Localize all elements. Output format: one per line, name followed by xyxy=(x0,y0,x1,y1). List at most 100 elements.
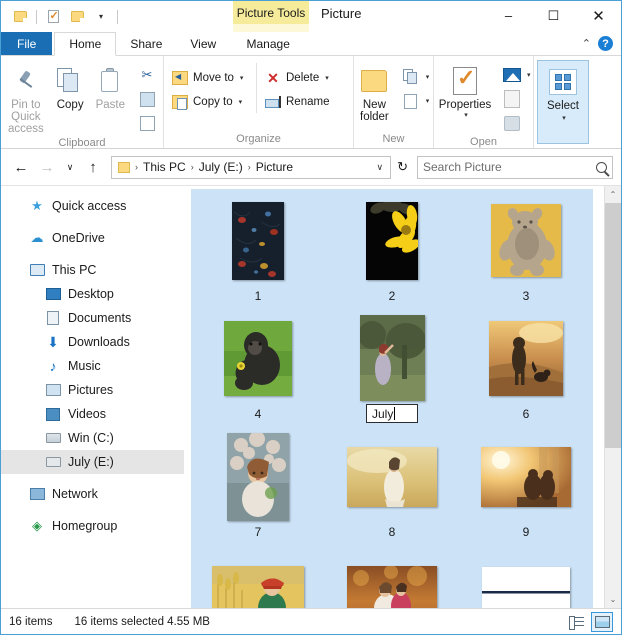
scroll-down-button[interactable]: ⌄ xyxy=(605,591,621,608)
breadcrumb-item-july-e[interactable]: July (E:) xyxy=(197,160,245,174)
copy-path-icon xyxy=(138,90,156,108)
search-box[interactable] xyxy=(417,155,613,179)
ribbon-tab-strip: File Home Share View Manage ⌃ ? xyxy=(1,32,621,56)
scroll-up-button[interactable]: ⌃ xyxy=(605,186,621,203)
thumbnail-wrap xyxy=(459,307,593,406)
copy-path-button[interactable] xyxy=(135,88,159,110)
file-item[interactable]: July xyxy=(325,307,459,425)
homegroup-icon: ◈ xyxy=(32,518,42,533)
sidebar-item-this-pc[interactable]: This PC xyxy=(1,258,184,282)
sidebar-item-music[interactable]: ♪ Music xyxy=(1,354,184,378)
file-item[interactable] xyxy=(191,543,325,608)
cut-button[interactable]: ✂ xyxy=(135,64,159,86)
move-to-button[interactable]: Move to ▾ xyxy=(168,67,252,89)
sidebar-item-label: Quick access xyxy=(52,199,127,213)
pin-to-quick-access-button[interactable]: Pin to Quick access xyxy=(1,60,51,135)
file-thumbnail xyxy=(491,204,561,277)
search-input[interactable] xyxy=(423,160,596,174)
file-item[interactable] xyxy=(325,543,459,608)
easy-access-button[interactable]: ▾ xyxy=(399,90,433,112)
up-button[interactable]: ↑ xyxy=(81,155,105,179)
open-with-button[interactable]: ▾ xyxy=(500,64,534,86)
ribbon-group-clipboard: Pin to Quick access Copy Paste ✂ Clipboa xyxy=(1,56,164,149)
copy-button[interactable]: Copy xyxy=(51,60,90,111)
button-label: Rename xyxy=(286,96,330,108)
paste-shortcut-button[interactable] xyxy=(135,112,159,134)
sidebar-item-desktop[interactable]: Desktop xyxy=(1,282,184,306)
close-button[interactable]: ✕ xyxy=(576,1,621,30)
sidebar-item-network[interactable]: Network xyxy=(1,482,184,506)
chevron-down-icon: ▾ xyxy=(425,98,430,105)
address-dropdown-icon[interactable]: ∨ xyxy=(377,162,387,173)
tab-file[interactable]: File xyxy=(1,32,53,55)
file-item[interactable]: 8 xyxy=(325,425,459,543)
forward-button[interactable]: → xyxy=(35,155,59,179)
file-item[interactable]: 7 xyxy=(191,425,325,543)
breadcrumb-separator: › xyxy=(247,162,251,172)
new-folder-button[interactable]: New folder xyxy=(354,60,395,123)
refresh-button[interactable]: ↻ xyxy=(393,159,412,175)
tab-share[interactable]: Share xyxy=(116,32,176,55)
paste-button[interactable]: Paste xyxy=(90,60,131,111)
sidebar-item-videos[interactable]: Videos xyxy=(1,402,184,426)
title-bar: ▾ Picture Tools Picture – ☐ ✕ xyxy=(1,1,621,54)
recent-locations-button[interactable]: ∨ xyxy=(61,155,79,179)
tab-view[interactable]: View xyxy=(176,32,230,55)
button-label: Properties xyxy=(438,99,492,111)
sidebar-item-july-e[interactable]: July (E:) xyxy=(1,450,184,474)
chevron-down-icon: ▾ xyxy=(325,75,329,82)
sidebar-item-homegroup[interactable]: ◈ Homegroup xyxy=(1,514,184,538)
tab-home[interactable]: Home xyxy=(54,32,117,56)
details-view-button[interactable] xyxy=(565,612,587,632)
button-label: Paste xyxy=(95,99,125,111)
button-label-line2: access xyxy=(7,123,44,135)
file-explorer-window: ▾ Picture Tools Picture – ☐ ✕ File Home … xyxy=(0,0,622,635)
maximize-button[interactable]: ☐ xyxy=(531,1,576,30)
file-item[interactable]: 6 xyxy=(459,307,593,425)
tab-manage[interactable]: Manage xyxy=(230,32,306,55)
file-item[interactable]: 2 xyxy=(325,189,459,307)
new-item-button[interactable]: ▾ xyxy=(399,66,433,88)
sidebar-item-documents[interactable]: Documents xyxy=(1,306,184,330)
qat-customize-dropdown-icon[interactable]: ▾ xyxy=(90,6,112,28)
qat-new-folder-icon[interactable] xyxy=(66,6,88,28)
minimize-button[interactable]: – xyxy=(486,1,531,30)
copy-to-button[interactable]: Copy to ▾ xyxy=(168,91,252,113)
breadcrumb[interactable]: › This PC › July (E:) › Picture ∨ xyxy=(111,155,392,179)
breadcrumb-item-picture[interactable]: Picture xyxy=(254,160,295,174)
rename-input[interactable]: July xyxy=(366,404,418,423)
collapse-ribbon-icon[interactable]: ⌃ xyxy=(582,37,591,50)
select-button[interactable]: Select ▾ xyxy=(537,60,589,144)
rename-button[interactable]: Rename xyxy=(261,91,344,113)
file-name: 6 xyxy=(522,407,530,421)
history-button[interactable] xyxy=(500,112,534,134)
delete-button[interactable]: ✕ Delete ▾ xyxy=(261,67,344,89)
sidebar-item-onedrive[interactable]: ☁ OneDrive xyxy=(1,226,184,250)
edit-button[interactable] xyxy=(500,88,534,110)
breadcrumb-item-this-pc[interactable]: This PC xyxy=(141,160,188,174)
qat-folder-icon[interactable] xyxy=(9,6,31,28)
file-name: 4 xyxy=(254,407,262,421)
file-list-view[interactable]: 1 2 3 4 July 6 7 8 9 ⌃ ⌄ xyxy=(184,186,621,608)
back-button[interactable]: ← xyxy=(9,155,33,179)
file-item[interactable]: 4 xyxy=(191,307,325,425)
large-icons-view-button[interactable] xyxy=(591,611,613,632)
file-grid: 1 2 3 4 July 6 7 8 9 xyxy=(184,186,604,608)
vertical-scrollbar[interactable]: ⌃ ⌄ xyxy=(604,186,621,608)
file-thumbnail xyxy=(224,321,292,396)
file-name: 7 xyxy=(254,525,262,539)
sidebar-item-label: Network xyxy=(52,487,98,501)
file-item[interactable]: 9 xyxy=(459,425,593,543)
file-item[interactable]: 1 xyxy=(191,189,325,307)
sidebar-item-win-c[interactable]: Win (C:) xyxy=(1,426,184,450)
help-icon[interactable]: ? xyxy=(598,36,613,51)
scrollbar-thumb[interactable] xyxy=(605,203,621,448)
sidebar-item-pictures[interactable]: Pictures xyxy=(1,378,184,402)
properties-button[interactable]: Properties ▾ xyxy=(434,60,496,119)
ribbon-group-select: Select ▾ xyxy=(534,56,594,148)
file-item[interactable]: 3 xyxy=(459,189,593,307)
file-item[interactable] xyxy=(459,543,593,608)
sidebar-item-downloads[interactable]: ⬇ Downloads xyxy=(1,330,184,354)
qat-properties-icon[interactable] xyxy=(42,6,64,28)
sidebar-item-quick-access[interactable]: ★ Quick access xyxy=(1,194,184,218)
